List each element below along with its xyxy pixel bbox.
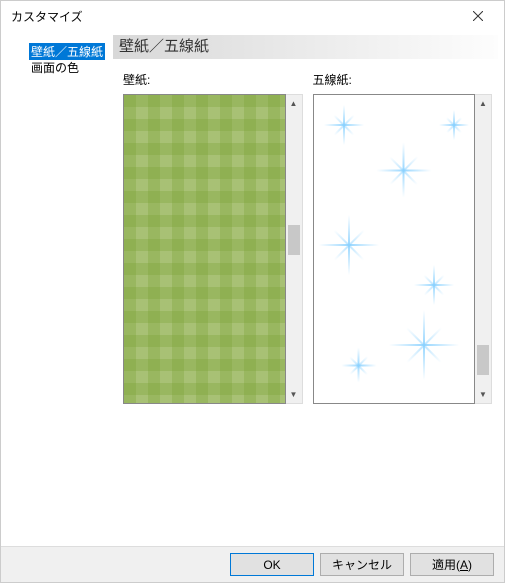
ok-button[interactable]: OK [230,553,314,576]
scroll-down-icon[interactable]: ▼ [286,386,302,403]
staff-label: 五線紙: [313,71,493,88]
window-title: カスタマイズ [11,8,83,25]
staff-preview-wrap: ▲ ▼ [313,94,493,404]
wallpaper-pattern-gingham [124,95,285,403]
close-button[interactable] [458,2,498,30]
tree-item-label: 画面の色 [29,59,81,76]
wallpaper-label: 壁紙: [123,71,303,88]
scroll-up-icon[interactable]: ▲ [286,95,302,112]
sidebar-tree: 壁紙／五線紙 画面の色 [7,35,113,546]
content-area: 壁紙／五線紙 画面の色 壁紙／五線紙 壁紙: ▲ ▼ [1,31,504,546]
tree-item-label: 壁紙／五線紙 [29,43,105,60]
scroll-thumb[interactable] [288,225,300,255]
scroll-up-icon[interactable]: ▲ [475,95,491,112]
tree-item-wallpaper[interactable]: 壁紙／五線紙 [7,43,113,59]
scroll-down-icon[interactable]: ▼ [475,386,491,403]
staff-pattern-sparkles [314,95,475,403]
section-header: 壁紙／五線紙 [113,35,498,59]
close-icon [473,11,483,21]
apply-access-key: A [460,558,468,572]
main-panel: 壁紙／五線紙 壁紙: ▲ ▼ 五線紙: [113,35,498,546]
staff-preview[interactable] [313,94,476,404]
cancel-button[interactable]: キャンセル [320,553,404,576]
tree-item-screen-color[interactable]: 画面の色 [7,59,113,75]
apply-button[interactable]: 適用(A) [410,553,494,576]
title-bar: カスタマイズ [1,1,504,31]
wallpaper-panel: 壁紙: ▲ ▼ [123,71,303,404]
scroll-thumb[interactable] [477,345,489,375]
dialog-footer: OK キャンセル 適用(A) [1,546,504,582]
wallpaper-preview[interactable] [123,94,286,404]
staff-scrollbar[interactable]: ▲ ▼ [475,94,492,404]
staff-panel: 五線紙: ▲ [313,71,493,404]
apply-label: 適用( [432,558,460,572]
apply-suffix: ) [468,558,472,572]
wallpaper-preview-wrap: ▲ ▼ [123,94,303,404]
wallpaper-scrollbar[interactable]: ▲ ▼ [286,94,303,404]
panels-row: 壁紙: ▲ ▼ 五線紙: [113,59,498,404]
